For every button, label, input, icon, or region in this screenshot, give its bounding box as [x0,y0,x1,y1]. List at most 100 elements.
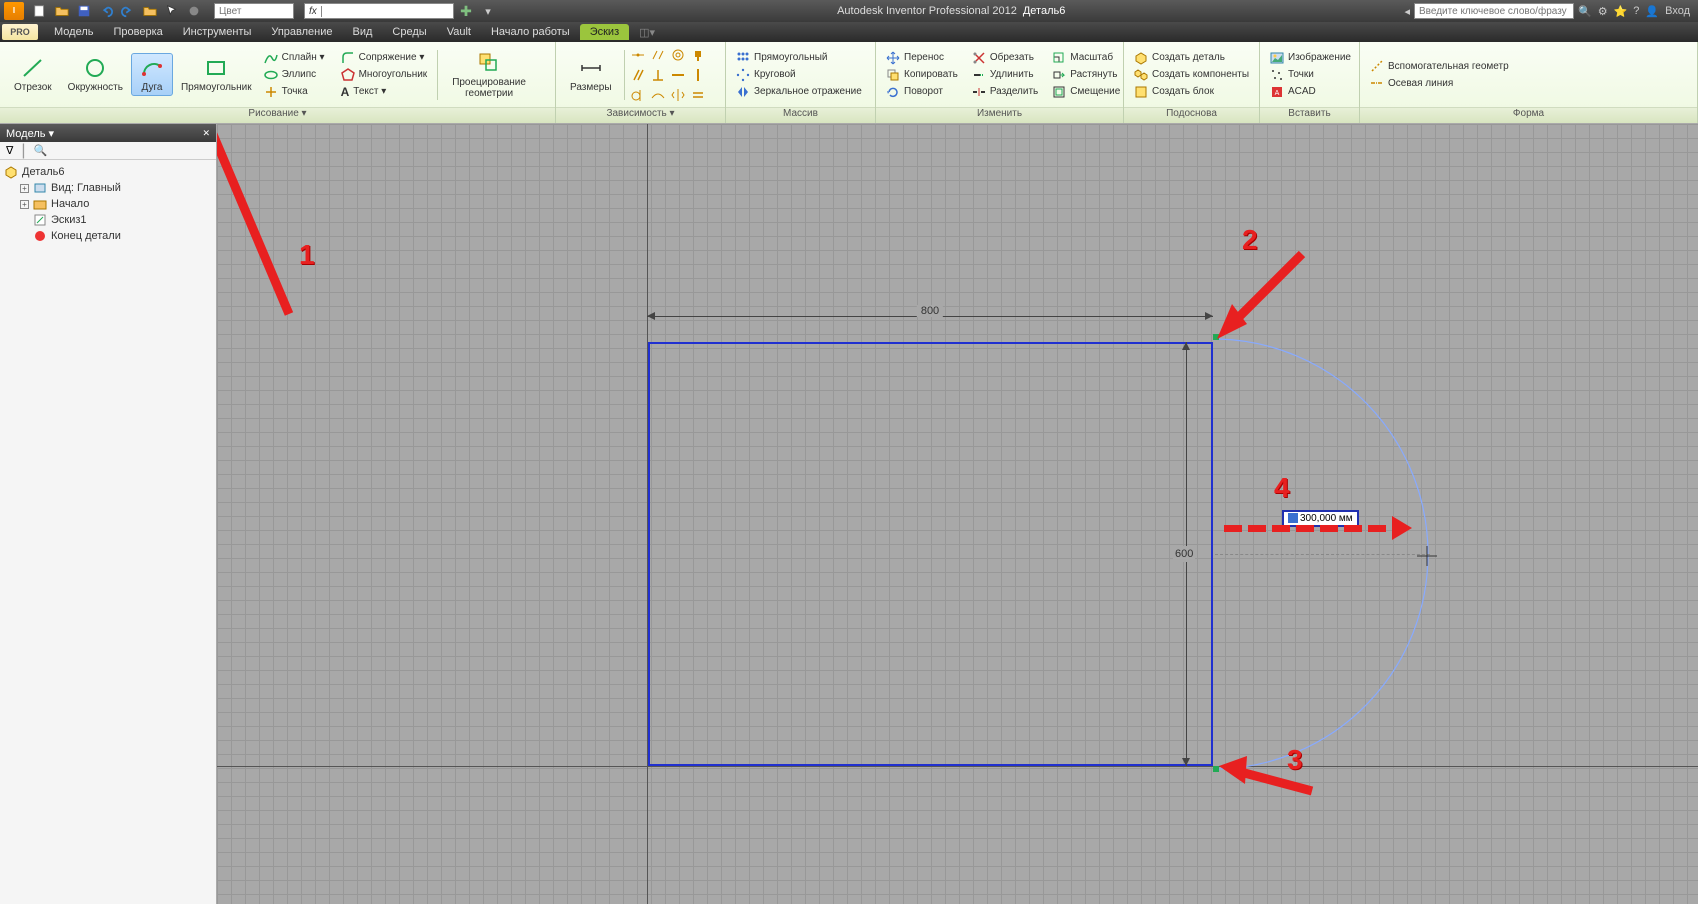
project-geometry-button[interactable]: Проецирование геометрии [444,49,534,101]
sys-icon[interactable]: ⚙ [1598,5,1608,18]
tree-origin[interactable]: +Начало [4,196,212,212]
polygon-button[interactable]: Многоугольник [337,67,432,83]
point-button[interactable]: Точка [260,84,329,100]
menu-getstarted[interactable]: Начало работы [481,24,580,40]
centerline-button[interactable]: Осевая линия [1366,75,1513,91]
pro-badge[interactable]: PRO [2,24,38,40]
make-part-button[interactable]: Создать деталь [1130,50,1253,66]
offset-button[interactable]: Смещение [1048,84,1124,100]
constraint-collinear-icon[interactable] [649,46,667,64]
panel-title-layout: Подоснова [1124,107,1259,123]
menu-env[interactable]: Среды [382,24,436,40]
menu-sketch[interactable]: Эскиз [580,24,629,40]
tree-sketch[interactable]: Эскиз1 [4,212,212,228]
extend-button[interactable]: Удлинить [968,67,1042,83]
spline-button[interactable]: Сплайн ▾ [260,50,329,66]
fx-label: fx [305,6,322,17]
dimension-horizontal[interactable]: 800 [647,309,1213,323]
tree-end[interactable]: Конец детали [4,228,212,244]
rectangle-button[interactable]: Прямоугольник [173,54,260,95]
menubar: PRO Модель Проверка Инструменты Управлен… [0,22,1698,42]
mirror-button[interactable]: Зеркальное отражение [732,84,866,100]
binoculars-icon[interactable]: 🔍 [34,144,48,157]
search-prev-icon[interactable]: ◂ [1404,5,1410,18]
qat-save-icon[interactable] [74,2,94,20]
menu-vault[interactable]: Vault [437,24,481,40]
rotate-button[interactable]: Поворот [882,84,962,100]
construction-button[interactable]: Вспомогательная геометр [1366,58,1513,74]
circle-button[interactable]: Окружность [60,54,131,95]
filter-icon[interactable]: ∇ [6,144,13,157]
tree-root[interactable]: Деталь6 [4,164,212,180]
text-button[interactable]: AТекст ▾ [337,84,432,100]
line-button[interactable]: Отрезок [6,54,60,95]
split-button[interactable]: Разделить [968,84,1042,100]
constraint-horizontal-icon[interactable] [669,66,687,84]
copy-button[interactable]: Копировать [882,67,962,83]
panel-title-constraint[interactable]: Зависимость ▾ [556,107,725,123]
user-icon[interactable]: 👤 [1645,5,1659,18]
qat-undo-icon[interactable] [96,2,116,20]
login-link[interactable]: Вход [1665,5,1690,18]
sketch-canvas[interactable]: 800 600 300,000 мм 1 2 3 4 [217,124,1698,904]
insert-acad-button[interactable]: AACAD [1266,84,1355,100]
dimension-vertical[interactable]: 600 [1179,342,1193,766]
browser-close-icon[interactable]: ✕ [202,128,210,139]
constraint-equal-icon[interactable] [689,86,707,104]
qat-more-icon[interactable] [140,2,160,20]
constraint-coincident-icon[interactable] [629,46,647,64]
sys-icon[interactable]: ⭐ [1614,5,1628,18]
fillet-button[interactable]: Сопряжение ▾ [337,50,432,66]
sys-icon[interactable]: ? [1633,5,1639,18]
qat-redo-icon[interactable] [118,2,138,20]
qat-new-icon[interactable] [30,2,50,20]
qat-down-icon[interactable]: ▾ [478,2,498,20]
constraint-vertical-icon[interactable] [689,66,707,84]
menu-manage[interactable]: Управление [261,24,342,40]
color-dropdown[interactable] [214,3,294,19]
app-icon[interactable]: I [4,2,24,20]
menu-tools[interactable]: Инструменты [173,24,262,40]
pattern-rect-button[interactable]: Прямоугольный [732,50,866,66]
menu-model[interactable]: Модель [44,24,103,40]
ellipse-button[interactable]: Эллипс [260,67,329,83]
insert-image-button[interactable]: Изображение [1266,50,1355,66]
browser-header[interactable]: Модель ▾✕ [0,124,216,142]
sketch-rectangle[interactable] [648,342,1213,766]
qat-select-icon[interactable] [162,2,182,20]
insert-points-button[interactable]: Точки [1266,67,1355,83]
constraint-symmetric-icon[interactable] [669,86,687,104]
constraint-fix-icon[interactable] [689,46,707,64]
constraint-grid [629,46,707,104]
qat-material-icon[interactable] [184,2,204,20]
axis-horizontal [217,766,1698,767]
cursor-crosshair-icon [1417,546,1437,566]
panel-title-drawing[interactable]: Рисование ▾ [0,107,555,123]
constraint-parallel-icon[interactable] [629,66,647,84]
search-go-icon[interactable]: 🔍 [1578,5,1592,18]
scale-button[interactable]: Масштаб [1048,50,1124,66]
make-components-button[interactable]: Создать компоненты [1130,67,1253,83]
dimension-input[interactable]: 300,000 мм [1282,510,1359,527]
qat-open-icon[interactable] [52,2,72,20]
constraint-concentric-icon[interactable] [669,46,687,64]
menu-view[interactable]: Вид [343,24,383,40]
menu-extra-icon[interactable]: ◫▾ [629,24,665,41]
title-text: Autodesk Inventor Professional 2012Детал… [498,5,1404,17]
move-button[interactable]: Перенос [882,50,962,66]
dimension-button[interactable]: Размеры [562,54,620,95]
stretch-button[interactable]: Растянуть [1048,67,1124,83]
model-browser: Модель ▾✕ ? ∇ | 🔍 Деталь6 +Вид: Главный … [0,124,217,904]
arc-button[interactable]: Дуга [131,53,173,96]
make-block-button[interactable]: Создать блок [1130,84,1253,100]
trim-button[interactable]: Обрезать [968,50,1042,66]
fx-input[interactable]: fx [304,3,454,19]
qat-plus-icon[interactable]: ✚ [456,2,476,20]
constraint-tangent-icon[interactable] [629,86,647,104]
tree-view[interactable]: +Вид: Главный [4,180,212,196]
constraint-smooth-icon[interactable] [649,86,667,104]
keyword-search-input[interactable] [1414,3,1574,19]
constraint-perpendicular-icon[interactable] [649,66,667,84]
pattern-circ-button[interactable]: Круговой [732,67,866,83]
menu-inspect[interactable]: Проверка [103,24,172,40]
